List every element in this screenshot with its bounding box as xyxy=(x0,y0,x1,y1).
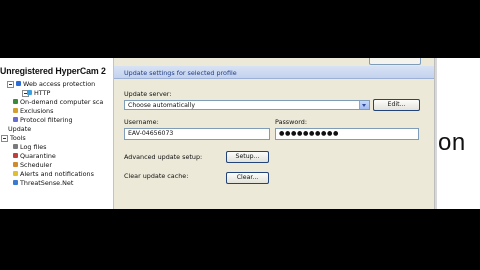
advanced-update-label: Advanced update setup: xyxy=(124,153,203,161)
log-icon xyxy=(13,144,18,149)
quarantine-icon xyxy=(13,153,18,158)
update-server-select[interactable]: Choose automatically xyxy=(124,100,370,110)
folder-icon xyxy=(13,108,18,113)
protocol-icon xyxy=(27,90,32,95)
clock-icon xyxy=(13,162,18,167)
scan-icon xyxy=(13,99,18,104)
settings-tree: Unregistered HyperCam 2 Web access prote… xyxy=(0,58,114,209)
clear-button[interactable]: Clear... xyxy=(226,172,269,184)
globe-icon xyxy=(16,81,21,86)
section-header: Update settings for selected profile xyxy=(114,66,434,79)
collapse-icon[interactable] xyxy=(1,135,8,142)
section-title: Update settings for selected profile xyxy=(124,69,237,77)
network-icon xyxy=(13,180,18,185)
watermark: Unregistered HyperCam 2 xyxy=(0,66,106,76)
username-label: Username: xyxy=(124,118,159,126)
update-server-label: Update server: xyxy=(124,90,172,98)
video-frame: Unregistered HyperCam 2 Web access prote… xyxy=(0,58,480,209)
partial-heading-text: on xyxy=(438,129,466,156)
filter-icon xyxy=(13,117,18,122)
username-field[interactable]: EAV-04656073 xyxy=(124,128,270,140)
password-label: Password: xyxy=(275,118,308,126)
setup-button[interactable]: Setup... xyxy=(226,151,269,163)
chevron-down-icon[interactable] xyxy=(359,101,369,109)
clear-cache-label: Clear update cache: xyxy=(124,172,189,180)
top-button[interactable] xyxy=(369,58,421,65)
update-settings-panel: Update settings for selected profile Upd… xyxy=(114,58,434,209)
collapse-icon[interactable] xyxy=(7,81,14,88)
bell-icon xyxy=(13,171,18,176)
password-field[interactable]: ●●●●●●●●●● xyxy=(275,128,419,140)
edit-button[interactable]: Edit... xyxy=(373,99,420,111)
